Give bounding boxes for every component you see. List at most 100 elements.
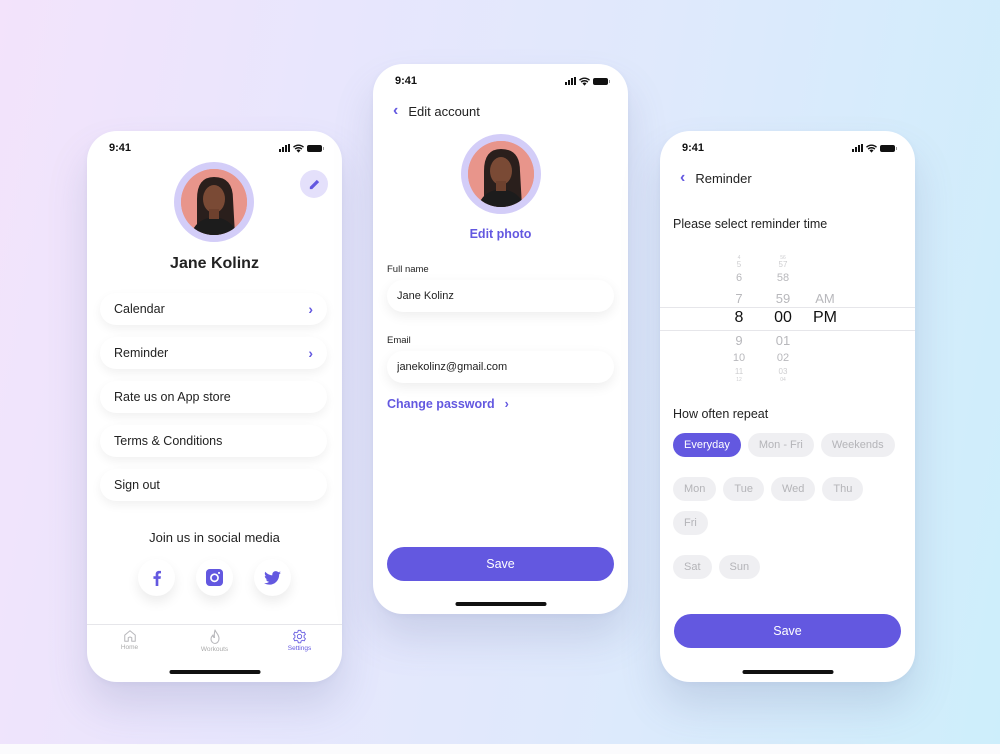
menu-item-label: Rate us on App store [114,390,231,404]
hour-option[interactable]: 12 [719,377,759,383]
full-name-input[interactable] [387,280,614,312]
twitter-button[interactable] [254,559,291,596]
instagram-button[interactable] [196,559,233,596]
wifi-icon [293,143,304,153]
wifi-icon [579,76,590,86]
chevron-right-icon: › [504,397,509,411]
menu-item-reminder[interactable]: Reminder › [100,337,327,369]
menu-item-calendar[interactable]: Calendar › [100,293,327,325]
minute-option[interactable]: 57 [763,261,803,269]
edit-account-screen: 9:41 ‹ Edit account Edit photo Full name… [373,64,628,614]
repeat-chip-sat[interactable]: Sat [673,555,712,579]
avatar-photo [468,141,534,207]
tab-label: Home [120,644,139,651]
facebook-button[interactable] [138,559,175,596]
minute-option[interactable]: 59 [763,292,803,305]
wifi-icon [866,143,877,153]
signal-icon [279,144,290,152]
period-option-selected[interactable]: PM [805,310,845,326]
social-title: Join us in social media [149,530,280,545]
status-bar: 9:41 [682,141,897,155]
gear-icon [293,629,306,644]
chevron-right-icon: › [308,345,313,361]
repeat-chip-mon-fri[interactable]: Mon - Fri [747,433,814,457]
hour-option[interactable]: 11 [719,368,759,376]
menu-item-label: Terms & Conditions [114,434,223,448]
minute-option[interactable]: 58 [763,272,803,284]
profile-screen: 9:41 Jane Kolinz Calendar › Reminder › R… [87,131,342,682]
reminder-screen: 9:41 ‹ Reminder Please select reminder t… [660,131,915,682]
status-time: 9:41 [109,142,132,154]
minute-option-selected[interactable]: 00 [763,310,803,326]
repeat-chip-mon[interactable]: Mon [673,477,717,501]
change-password-link[interactable]: Change password › [387,397,509,411]
hour-option[interactable]: 7 [719,292,759,305]
repeat-chip-tue[interactable]: Tue [723,477,764,501]
tab-settings[interactable]: Settings [270,629,330,664]
page-title: Edit account [408,103,480,119]
tab-label: Settings [287,645,312,652]
status-time: 9:41 [395,75,418,87]
hour-option[interactable]: 5 [719,261,759,269]
signal-icon [852,144,863,152]
reminder-prompt: Please select reminder time [673,217,828,231]
menu-item-sign-out[interactable]: Sign out [100,469,327,501]
home-indicator [169,670,260,674]
settings-menu: Calendar › Reminder › Rate us on App sto… [100,293,327,513]
repeat-chip-weekends[interactable]: Weekends [820,433,895,457]
chevron-right-icon: › [308,301,313,317]
status-bar: 9:41 [395,74,610,88]
minute-option[interactable]: 01 [763,334,803,347]
twitter-icon [264,570,281,585]
repeat-chip-everyday[interactable]: Everyday [673,433,741,457]
repeat-title: How often repeat [673,407,769,421]
email-label: Email [387,335,411,346]
minute-option[interactable]: 03 [763,368,803,376]
repeat-chip-fri[interactable]: Fri [673,511,708,535]
period-option[interactable]: AM [805,292,845,305]
page-title: Reminder [695,170,752,186]
minute-option[interactable]: 04 [763,377,803,383]
tab-workouts[interactable]: Workouts [185,629,245,664]
menu-item-rate-us[interactable]: Rate us on App store [100,381,327,413]
menu-item-terms[interactable]: Terms & Conditions [100,425,327,457]
profile-name: Jane Kolinz [170,255,259,272]
battery-icon [593,77,610,85]
hour-option[interactable]: 10 [719,352,759,364]
home-icon [123,630,136,642]
pencil-icon [309,179,319,189]
battery-icon [307,144,324,152]
repeat-chip-sun[interactable]: Sun [718,555,761,579]
battery-icon [880,144,897,152]
nav-header: ‹ Edit account [393,102,480,120]
signal-icon [565,77,576,85]
hour-option[interactable]: 6 [719,272,759,284]
repeat-chip-thu[interactable]: Thu [822,477,864,501]
tab-home[interactable]: Home [100,629,160,664]
save-button[interactable]: Save [674,614,901,648]
menu-item-label: Sign out [114,478,160,492]
status-bar: 9:41 [109,141,324,155]
hour-option-selected[interactable]: 8 [719,310,759,326]
facebook-icon [152,570,161,586]
hour-option[interactable]: 9 [719,334,759,347]
edit-profile-button[interactable] [300,170,328,198]
menu-item-label: Reminder [114,346,169,360]
email-input[interactable] [387,351,614,383]
save-button[interactable]: Save [387,547,614,581]
tab-bar: Home Workouts Settings [87,624,342,664]
change-password-label: Change password [387,397,495,411]
back-icon[interactable]: ‹ [680,169,685,187]
menu-item-label: Calendar [114,302,165,316]
time-picker[interactable]: 4 5 6 7 8 9 10 11 12 56 57 58 59 00 01 02 03 04 AM PM [660,255,915,383]
home-indicator [455,602,546,606]
home-indicator [742,670,833,674]
avatar-photo [181,169,247,235]
repeat-options: Everyday Mon - Fri Weekends Mon Tue Wed Thu Fri… [673,433,905,579]
profile-avatar [174,162,254,242]
status-time: 9:41 [682,142,705,154]
minute-option[interactable]: 02 [763,352,803,364]
back-icon[interactable]: ‹ [393,102,398,120]
edit-photo-link[interactable]: Edit photo [373,227,628,241]
repeat-chip-wed[interactable]: Wed [770,477,816,501]
